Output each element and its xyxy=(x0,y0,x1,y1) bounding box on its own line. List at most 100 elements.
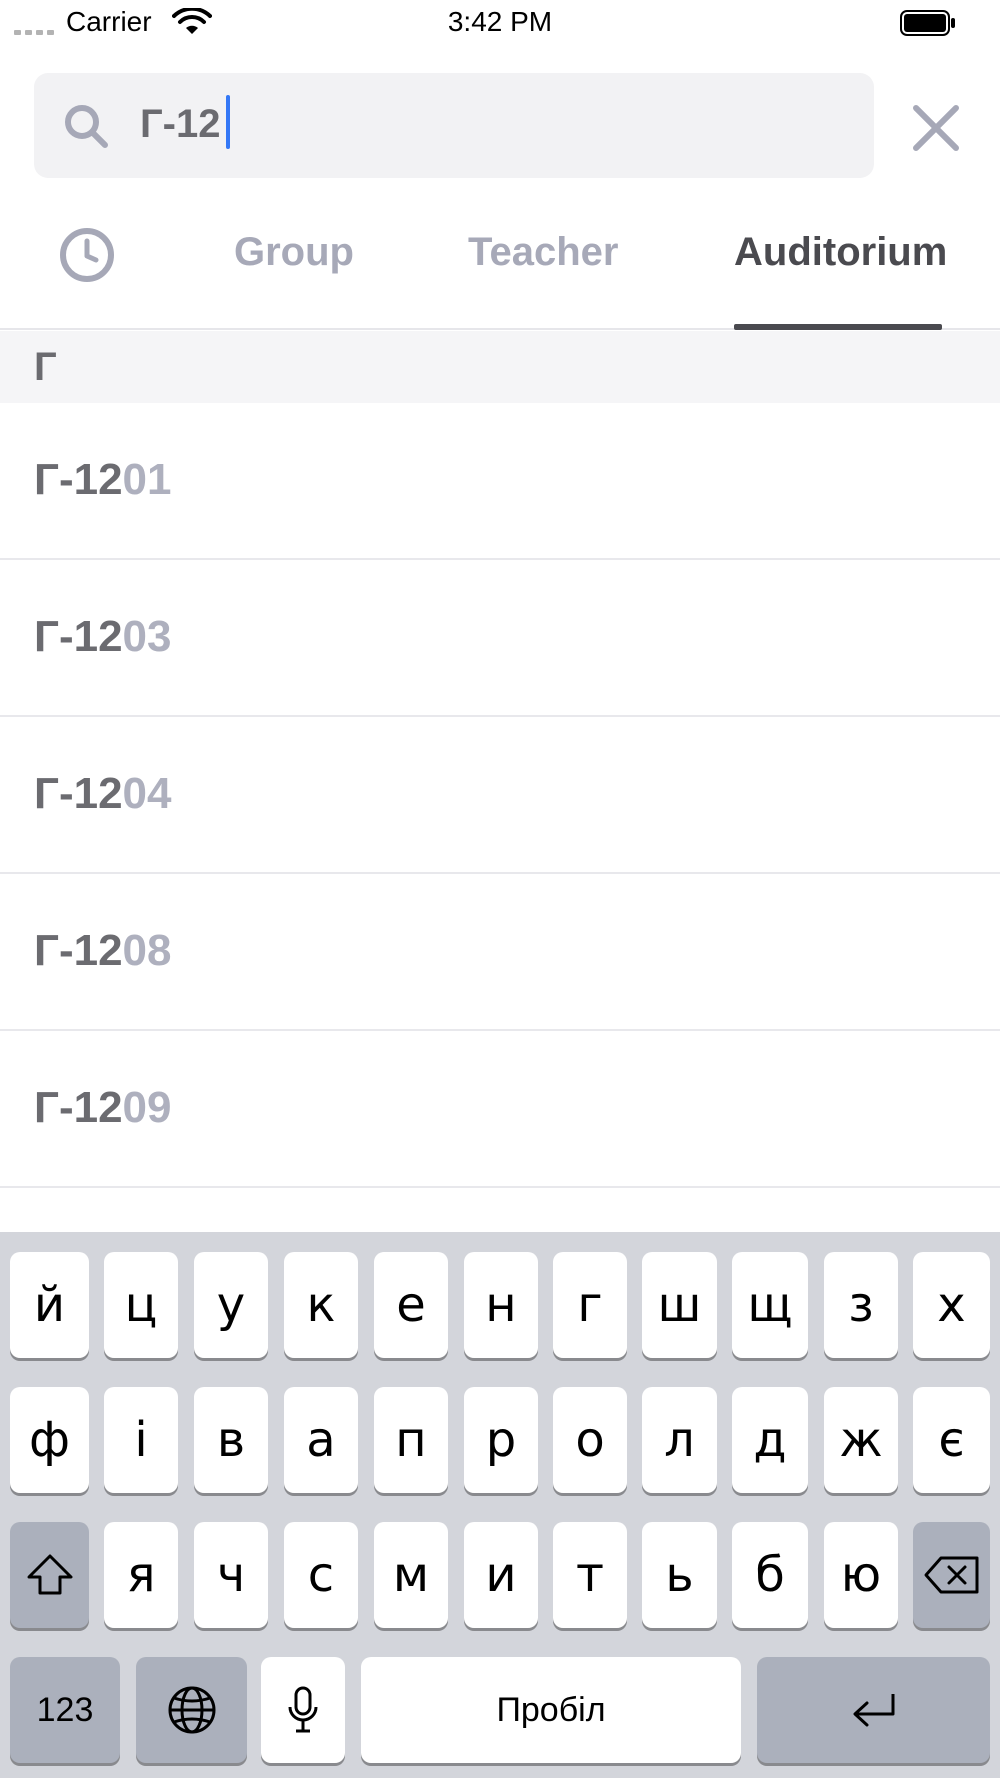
key-row1[interactable]: г xyxy=(553,1252,627,1358)
key-label: с xyxy=(307,1547,335,1603)
shift-icon xyxy=(27,1554,72,1595)
key-label: Пробіл xyxy=(496,1691,606,1729)
return-key[interactable] xyxy=(757,1657,990,1763)
key-row1[interactable]: ц xyxy=(104,1252,178,1358)
key-row3[interactable]: м xyxy=(374,1522,448,1628)
matched-text: Г-12 xyxy=(34,1083,123,1132)
key-row2[interactable]: ж xyxy=(824,1387,898,1493)
delete-key[interactable] xyxy=(913,1522,990,1628)
search-icon xyxy=(65,105,108,148)
key-row1[interactable]: у xyxy=(194,1252,268,1358)
matched-text: Г-12 xyxy=(34,926,123,975)
key-row1[interactable]: й xyxy=(10,1252,89,1358)
key-row3[interactable]: с xyxy=(284,1522,358,1628)
key-row1[interactable]: х xyxy=(913,1252,990,1358)
microphone-key[interactable] xyxy=(261,1657,345,1763)
tab-group[interactable]: Group xyxy=(234,230,354,275)
key-row2[interactable]: п xyxy=(374,1387,448,1493)
unmatched-text: 03 xyxy=(122,612,172,661)
key-row1[interactable]: з xyxy=(824,1252,898,1358)
key-row2[interactable]: д xyxy=(732,1387,808,1493)
unmatched-text: 08 xyxy=(122,926,172,975)
key-row1[interactable]: к xyxy=(284,1252,358,1358)
key-label: щ xyxy=(747,1277,793,1333)
key-label: р xyxy=(485,1412,517,1468)
globe-key[interactable] xyxy=(136,1657,247,1763)
key-row1[interactable]: е xyxy=(374,1252,448,1358)
list-item[interactable]: Г-1208 xyxy=(0,874,1000,1031)
key-label: ь xyxy=(665,1547,694,1603)
key-label: а xyxy=(306,1412,336,1468)
shift-key[interactable] xyxy=(10,1522,89,1628)
close-icon[interactable] xyxy=(906,98,966,158)
key-label: л xyxy=(664,1412,695,1468)
key-label: і xyxy=(134,1412,148,1468)
key-row2[interactable]: в xyxy=(194,1387,268,1493)
section-letter: Г xyxy=(34,345,57,389)
matched-text: Г-12 xyxy=(34,455,123,504)
key-row2[interactable]: о xyxy=(553,1387,627,1493)
unmatched-text: 04 xyxy=(122,769,172,818)
key-label: у xyxy=(216,1277,246,1333)
key-row3[interactable]: б xyxy=(732,1522,808,1628)
return-icon xyxy=(853,1694,894,1727)
tab-teacher[interactable]: Teacher xyxy=(468,230,618,275)
auditorium-label: Г-1203 xyxy=(34,612,172,662)
space-key[interactable]: Пробіл xyxy=(361,1657,741,1763)
auditorium-label: Г-1204 xyxy=(34,769,172,819)
key-label: ч xyxy=(216,1547,246,1603)
list-item[interactable]: Г-1204 xyxy=(0,717,1000,874)
key-row2[interactable]: л xyxy=(642,1387,717,1493)
key-row3[interactable]: ь xyxy=(642,1522,717,1628)
key-label: б xyxy=(755,1547,785,1603)
key-row2[interactable]: ф xyxy=(10,1387,89,1493)
key-row1[interactable]: н xyxy=(464,1252,538,1358)
clock-icon[interactable] xyxy=(58,226,116,284)
globe-icon xyxy=(168,1686,215,1734)
delete-icon xyxy=(924,1556,978,1594)
key-row3[interactable]: т xyxy=(553,1522,627,1628)
key-row2[interactable]: р xyxy=(464,1387,538,1493)
results-list: Г-1201 Г-1203 Г-1204 Г-1208 Г-1209 xyxy=(0,403,1000,1188)
key-row3[interactable]: ч xyxy=(194,1522,268,1628)
list-item[interactable]: Г-1203 xyxy=(0,560,1000,717)
tab-auditorium[interactable]: Auditorium xyxy=(734,230,947,275)
key-row2[interactable]: а xyxy=(284,1387,358,1493)
search-input[interactable] xyxy=(140,92,840,156)
key-label: е xyxy=(396,1277,426,1333)
list-item[interactable]: Г-1201 xyxy=(0,403,1000,560)
key-label: м xyxy=(392,1547,430,1603)
status-time: 3:42 PM xyxy=(447,6,553,37)
auditorium-label: Г-1201 xyxy=(34,455,172,505)
key-label: д xyxy=(753,1412,787,1468)
status-bar: Carrier 3:42 PM xyxy=(0,0,1000,48)
key-row2[interactable]: і xyxy=(104,1387,178,1493)
key-label: 123 xyxy=(36,1691,94,1729)
key-label: г xyxy=(577,1277,603,1333)
key-label: ш xyxy=(657,1277,702,1333)
key-row1[interactable]: щ xyxy=(732,1252,808,1358)
key-row2[interactable]: є xyxy=(913,1387,990,1493)
key-label: з xyxy=(848,1277,874,1333)
key-row3[interactable]: я xyxy=(104,1522,178,1628)
key-label: ф xyxy=(28,1412,71,1468)
key-row3[interactable]: ю xyxy=(824,1522,898,1628)
key-row3[interactable]: и xyxy=(464,1522,538,1628)
key-label: є xyxy=(938,1412,965,1468)
section-header: Г xyxy=(0,331,1000,403)
unmatched-text: 09 xyxy=(122,1083,172,1132)
matched-text: Г-12 xyxy=(34,769,123,818)
key-label: о xyxy=(575,1412,605,1468)
matched-text: Г-12 xyxy=(34,612,123,661)
search-category-tabs: Group Teacher Auditorium xyxy=(0,200,1000,330)
list-item[interactable]: Г-1209 xyxy=(0,1031,1000,1188)
numbers-key[interactable]: 123 xyxy=(10,1657,120,1763)
key-label: ю xyxy=(840,1547,882,1603)
key-row1[interactable]: ш xyxy=(642,1252,717,1358)
key-label: и xyxy=(485,1547,517,1603)
key-label: я xyxy=(126,1547,156,1603)
auditorium-label: Г-1208 xyxy=(34,926,172,976)
key-label: н xyxy=(485,1277,517,1333)
key-label: ц xyxy=(124,1277,158,1333)
battery-icon xyxy=(900,10,955,36)
